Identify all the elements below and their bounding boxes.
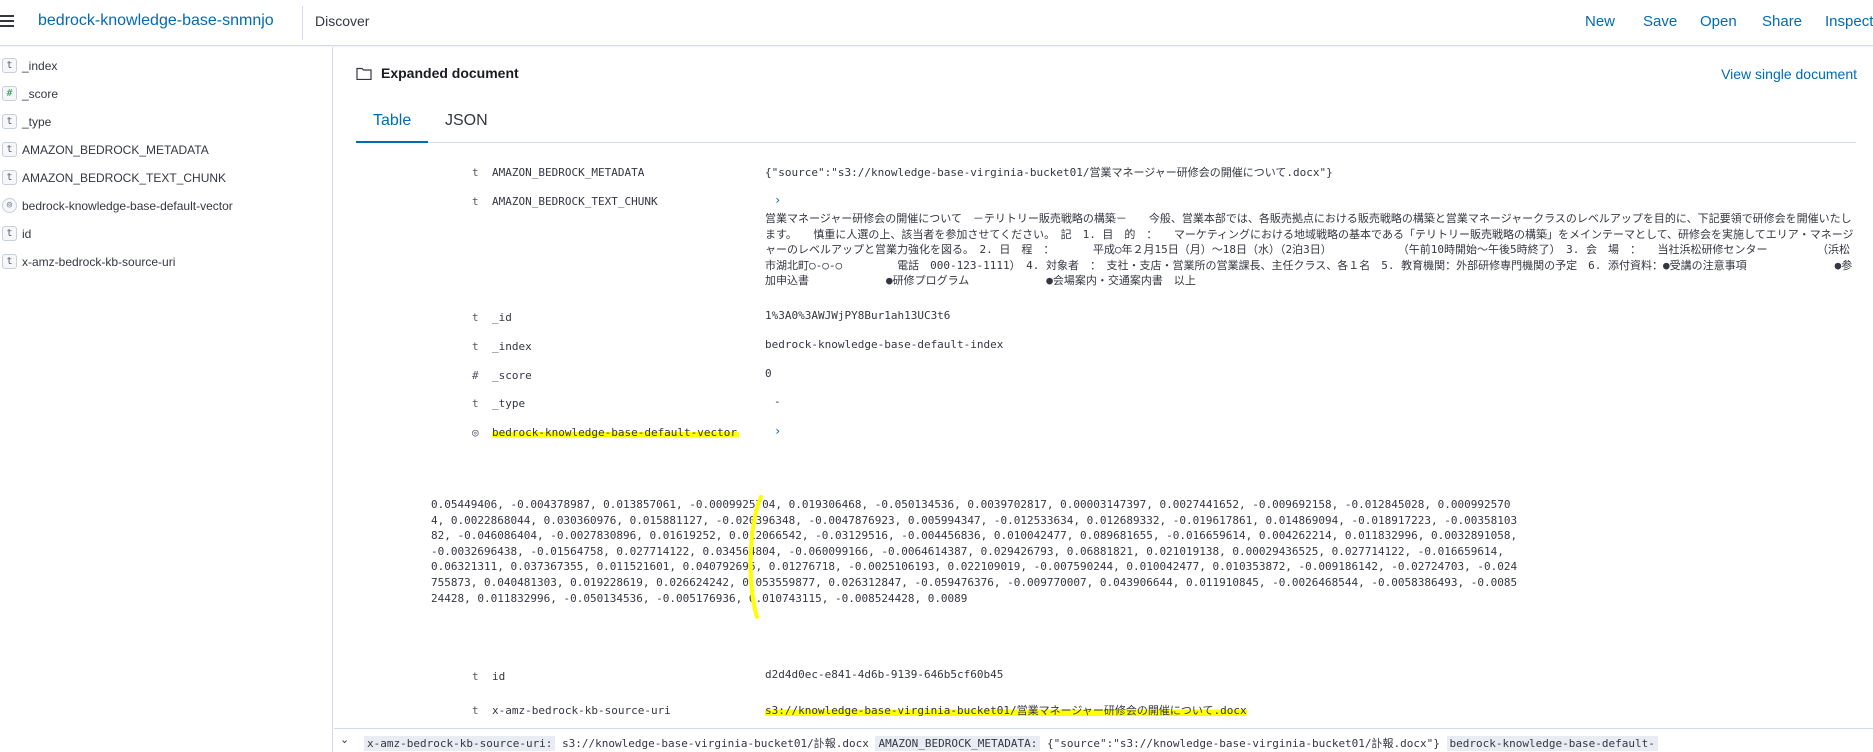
field-name: x-amz-bedrock-kb-source-uri <box>22 255 176 269</box>
summary-key: bedrock-knowledge-base-default- <box>1446 736 1658 751</box>
number-type-icon: # <box>472 369 479 382</box>
field-name: AMAZON_BEDROCK_TEXT_CHUNK <box>22 171 227 185</box>
header-divider <box>302 6 303 40</box>
field-name: _id <box>492 311 512 324</box>
field-value: d2d4d0ec-e841-4d6b-9139-646b5cf60b45 <box>765 668 1004 681</box>
tab-bar: Table JSON <box>356 99 1856 143</box>
expand-chevron-icon[interactable]: › <box>774 193 781 207</box>
summary-value: {"source":"s3://knowledge-base-virginia-… <box>1047 737 1440 750</box>
vector-type-icon: ◎ <box>472 426 479 439</box>
field-value: s3://knowledge-base-virginia-bucket01/営業… <box>765 702 1247 718</box>
string-type-icon: t <box>2 142 17 157</box>
view-single-document-link[interactable]: View single document <box>1721 66 1857 82</box>
field-value: - <box>774 395 781 408</box>
string-type-icon: t <box>2 254 17 269</box>
string-type-icon: t <box>472 311 479 324</box>
sidebar-field-text-chunk[interactable]: t AMAZON_BEDROCK_TEXT_CHUNK <box>0 167 330 189</box>
sidebar-field-source-uri[interactable]: t x-amz-bedrock-kb-source-uri <box>0 251 330 273</box>
string-type-icon: t <box>472 195 479 208</box>
number-type-icon: # <box>2 86 17 101</box>
share-button[interactable]: Share <box>1762 13 1802 30</box>
expand-chevron-icon[interactable]: › <box>774 424 781 438</box>
string-type-icon: t <box>472 397 479 410</box>
new-button[interactable]: New <box>1585 13 1615 30</box>
field-name: _index <box>22 59 58 73</box>
string-type-icon: t <box>2 114 17 129</box>
field-name: _type <box>492 397 526 410</box>
field-name: id <box>22 227 32 241</box>
string-type-icon: t <box>2 170 17 185</box>
field-name: _index <box>492 340 532 353</box>
tab-table[interactable]: Table <box>356 99 429 143</box>
index-pattern-title[interactable]: bedrock-knowledge-base-snmnjo <box>38 12 274 30</box>
string-type-icon: t <box>2 226 17 241</box>
top-header: bedrock-knowledge-base-snmnjo Discover N… <box>0 0 1873 46</box>
field-value: 0 <box>765 367 772 380</box>
highlight-annotation <box>748 495 763 619</box>
summary-key: x-amz-bedrock-kb-source-uri: <box>364 736 556 751</box>
result-summary: x-amz-bedrock-kb-source-uri: s3://knowle… <box>364 735 1658 751</box>
sidebar-field-vector[interactable]: ◎ bedrock-knowledge-base-default-vector <box>0 195 330 217</box>
field-value: 1%3A0%3AWJWjPY8Bur1ah13UC3t6 <box>765 309 951 322</box>
string-type-icon: t <box>472 340 479 353</box>
field-name: _type <box>22 115 52 129</box>
tab-json[interactable]: JSON <box>428 99 505 143</box>
summary-value: s3://knowledge-base-virginia-bucket01/訃報… <box>562 737 869 750</box>
sidebar-field-score[interactable]: # _score <box>0 83 330 105</box>
string-type-icon: t <box>472 670 479 683</box>
save-button[interactable]: Save <box>1643 13 1677 30</box>
vector-values: 0.05449406, -0.004378987, 0.013857061, -… <box>431 498 1518 605</box>
summary-key: AMAZON_BEDROCK_METADATA: <box>875 736 1041 751</box>
field-name: AMAZON_BEDROCK_TEXT_CHUNK <box>492 195 658 208</box>
field-value: {"source":"s3://knowledge-base-virginia-… <box>765 166 1333 179</box>
string-type-icon: t <box>2 58 17 73</box>
field-value: bedrock-knowledge-base-default-index <box>765 338 1004 351</box>
breadcrumb[interactable]: Discover <box>315 13 369 29</box>
inspect-button[interactable]: Inspect <box>1825 13 1873 30</box>
field-value: 営業マネージャー研修会の開催について －テリトリー販売戦略の構築－ 今般、営業本… <box>765 212 1854 288</box>
sidebar-field-index[interactable]: t _index <box>0 55 330 77</box>
sidebar-field-id[interactable]: t id <box>0 223 330 245</box>
field-name: AMAZON_BEDROCK_METADATA <box>22 143 209 157</box>
field-name: x-amz-bedrock-kb-source-uri <box>492 704 671 717</box>
next-result-row[interactable]: ⌄ x-amz-bedrock-kb-source-uri: s3://know… <box>334 728 1873 752</box>
vector-type-icon: ◎ <box>2 198 17 213</box>
sidebar-field-metadata[interactable]: t AMAZON_BEDROCK_METADATA <box>0 139 330 161</box>
string-type-icon: t <box>472 704 479 717</box>
open-button[interactable]: Open <box>1700 13 1737 30</box>
field-name: AMAZON_BEDROCK_METADATA <box>492 166 645 179</box>
field-name: _score <box>492 369 532 382</box>
sidebar-field-type[interactable]: t _type <box>0 111 330 133</box>
hamburger-menu-icon[interactable] <box>0 12 16 32</box>
string-type-icon: t <box>472 166 479 179</box>
field-name: id <box>492 670 506 683</box>
flyout-title: Expanded document <box>381 65 519 81</box>
document-flyout: Expanded document View single document T… <box>334 47 1873 752</box>
chevron-down-icon[interactable]: ⌄ <box>340 733 349 746</box>
field-name: _score <box>22 87 59 101</box>
field-name: bedrock-knowledge-base-default-vector <box>492 426 740 439</box>
field-sidebar: t _index # _score t _type t AMAZON_BEDRO… <box>0 47 333 752</box>
folder-open-icon <box>356 67 372 80</box>
field-name: bedrock-knowledge-base-default-vector <box>22 199 233 213</box>
